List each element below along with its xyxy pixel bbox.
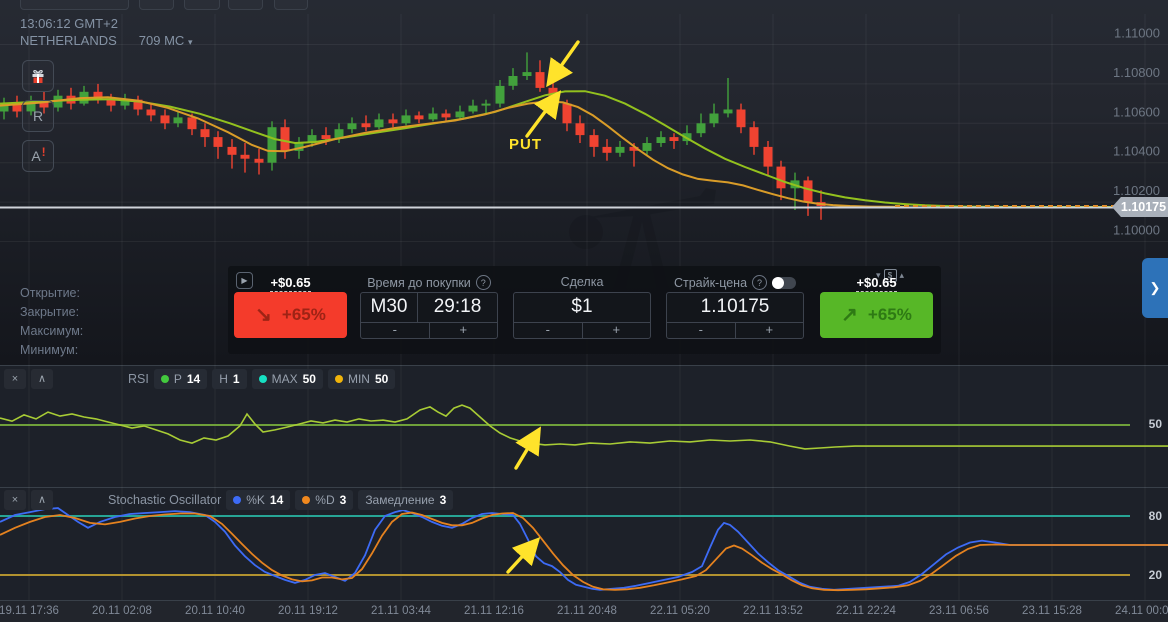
rsi-level-label: 50 bbox=[1136, 417, 1162, 431]
rsi-h-badge[interactable]: H1 bbox=[212, 369, 246, 389]
strike-stepper: 1.10175 - + bbox=[666, 292, 804, 339]
stochastic-collapse-button[interactable]: ∧ bbox=[31, 490, 53, 510]
amount-plus-button[interactable]: + bbox=[583, 323, 651, 338]
server-clock: 13:06:12 GMT+2 bbox=[20, 16, 118, 31]
autotrade-button[interactable]: A! bbox=[22, 140, 54, 172]
amount-stepper: $1 - + bbox=[513, 292, 651, 339]
time-tick: 21.11 12:16 bbox=[464, 605, 524, 617]
green-dot-icon bbox=[161, 375, 169, 383]
stochastic-k-badge[interactable]: %K14 bbox=[226, 490, 290, 510]
top-tab[interactable] bbox=[228, 0, 263, 10]
stochastic-title: Stochastic Oscillator bbox=[108, 493, 221, 507]
rsi-close-button[interactable]: × bbox=[4, 369, 26, 389]
top-tab[interactable] bbox=[274, 0, 308, 10]
time-tick: 20.11 10:40 bbox=[185, 605, 245, 617]
rsi-collapse-button[interactable]: ∧ bbox=[31, 369, 53, 389]
time-tick: 20.11 02:08 bbox=[92, 605, 152, 617]
rsi-header: × ∧ RSI P14 H1 MAX50 MIN50 bbox=[4, 369, 395, 389]
open-label: Открытие: bbox=[20, 284, 83, 303]
timeframe-value[interactable]: M30 bbox=[361, 293, 418, 322]
strike-group-label: Страйк-цена? bbox=[666, 275, 804, 290]
stoch-high-level-label: 80 bbox=[1136, 509, 1162, 523]
alert-badge: ! bbox=[42, 145, 46, 159]
r-button[interactable]: R bbox=[22, 100, 54, 132]
stochastic-header: × ∧ Stochastic Oscillator %K14 %D3 Замед… bbox=[4, 490, 453, 510]
chevron-right-icon: ❯ bbox=[1150, 280, 1161, 296]
time-tick: 21.11 03:44 bbox=[371, 605, 431, 617]
help-icon[interactable]: ? bbox=[476, 275, 491, 290]
time-tick: 24.11 00:00 bbox=[1115, 605, 1168, 617]
gift-button[interactable] bbox=[22, 60, 54, 92]
strike-minus-button[interactable]: - bbox=[667, 323, 736, 338]
high-label: Максимум: bbox=[20, 322, 83, 341]
toggle-knob bbox=[772, 277, 784, 289]
time-group-label: Время до покупки? bbox=[360, 275, 498, 290]
rsi-period-badge[interactable]: P14 bbox=[154, 369, 207, 389]
chevron-down-icon: ▾ bbox=[188, 37, 193, 47]
put-annotation-label: PUT bbox=[509, 136, 542, 153]
trade-panel: ▶ +$0.65 ↘ +65% Время до покупки? M30 29… bbox=[228, 266, 941, 354]
time-plus-button[interactable]: + bbox=[430, 323, 498, 338]
amount-group-label: Сделка bbox=[513, 275, 651, 289]
current-price-badge: 1.10175 bbox=[1112, 197, 1168, 217]
stochastic-close-button[interactable]: × bbox=[4, 490, 26, 510]
yellow-dot-icon bbox=[335, 375, 343, 383]
trade-amount-value[interactable]: $1 bbox=[514, 296, 650, 318]
a-button-label: A bbox=[31, 148, 40, 164]
low-label: Минимум: bbox=[20, 341, 83, 360]
time-tick: 23.11 15:28 bbox=[1022, 605, 1082, 617]
time-stepper: M30 29:18 - + bbox=[360, 292, 498, 339]
time-tick: 19.11 17:36 bbox=[0, 605, 59, 617]
r-button-label: R bbox=[33, 108, 43, 124]
gift-icon bbox=[30, 68, 46, 84]
sell-payout: +$0.65 bbox=[234, 275, 347, 290]
strike-plus-button[interactable]: + bbox=[736, 323, 804, 338]
arrow-down-right-icon: ↘ bbox=[255, 305, 272, 325]
time-tick: 20.11 19:12 bbox=[278, 605, 338, 617]
rsi-title: RSI bbox=[128, 372, 149, 386]
sell-percent-label: +65% bbox=[282, 305, 326, 325]
buy-payout: +$0.65 bbox=[820, 275, 933, 290]
buy-call-button[interactable]: ↗ +65% bbox=[820, 292, 933, 338]
time-until-purchase-value[interactable]: 29:18 bbox=[418, 296, 497, 318]
arrow-up-right-icon: ↗ bbox=[841, 305, 858, 325]
close-label: Закрытие: bbox=[20, 303, 83, 322]
amount-minus-button[interactable]: - bbox=[514, 323, 583, 338]
cyan-dot-icon bbox=[259, 375, 267, 383]
time-minus-button[interactable]: - bbox=[361, 323, 430, 338]
strike-price-value[interactable]: 1.10175 bbox=[667, 296, 803, 318]
asset-name[interactable]: NETHERLANDS bbox=[20, 33, 117, 48]
blue-dot-icon bbox=[233, 496, 241, 504]
time-tick: 21.11 20:48 bbox=[557, 605, 617, 617]
time-tick: 22.11 13:52 bbox=[743, 605, 803, 617]
ohlc-info: Открытие: Закрытие: Максимум: Минимум: bbox=[20, 284, 83, 360]
strike-toggle[interactable] bbox=[772, 277, 796, 289]
trading-platform-screen: 1.110001.108001.106001.104001.102001.100… bbox=[0, 0, 1168, 622]
rsi-min-badge[interactable]: MIN50 bbox=[328, 369, 395, 389]
time-tick: 22.11 05:20 bbox=[650, 605, 710, 617]
account-selector[interactable]: 709 MC ▾ bbox=[139, 33, 193, 48]
stochastic-d-badge[interactable]: %D3 bbox=[295, 490, 353, 510]
stoch-low-level-label: 20 bbox=[1136, 568, 1162, 582]
buy-percent-label: +65% bbox=[868, 305, 912, 325]
stochastic-slowing-badge[interactable]: Замедление3 bbox=[358, 490, 453, 510]
time-tick: 23.11 06:56 bbox=[929, 605, 989, 617]
sell-put-button[interactable]: ↘ +65% bbox=[234, 292, 347, 338]
time-axis: 19.11 17:36 20.11 02:08 20.11 10:40 20.1… bbox=[0, 600, 1168, 622]
expand-sidebar-button[interactable]: ❯ bbox=[1142, 258, 1168, 318]
rsi-max-badge[interactable]: MAX50 bbox=[252, 369, 323, 389]
top-tab[interactable] bbox=[139, 0, 174, 10]
help-icon[interactable]: ? bbox=[752, 275, 767, 290]
time-tick: 22.11 22:24 bbox=[836, 605, 896, 617]
top-tab[interactable] bbox=[184, 0, 220, 10]
top-tab[interactable] bbox=[20, 0, 129, 10]
account-balance: 709 MC bbox=[139, 33, 185, 48]
orange-dot-icon bbox=[302, 496, 310, 504]
